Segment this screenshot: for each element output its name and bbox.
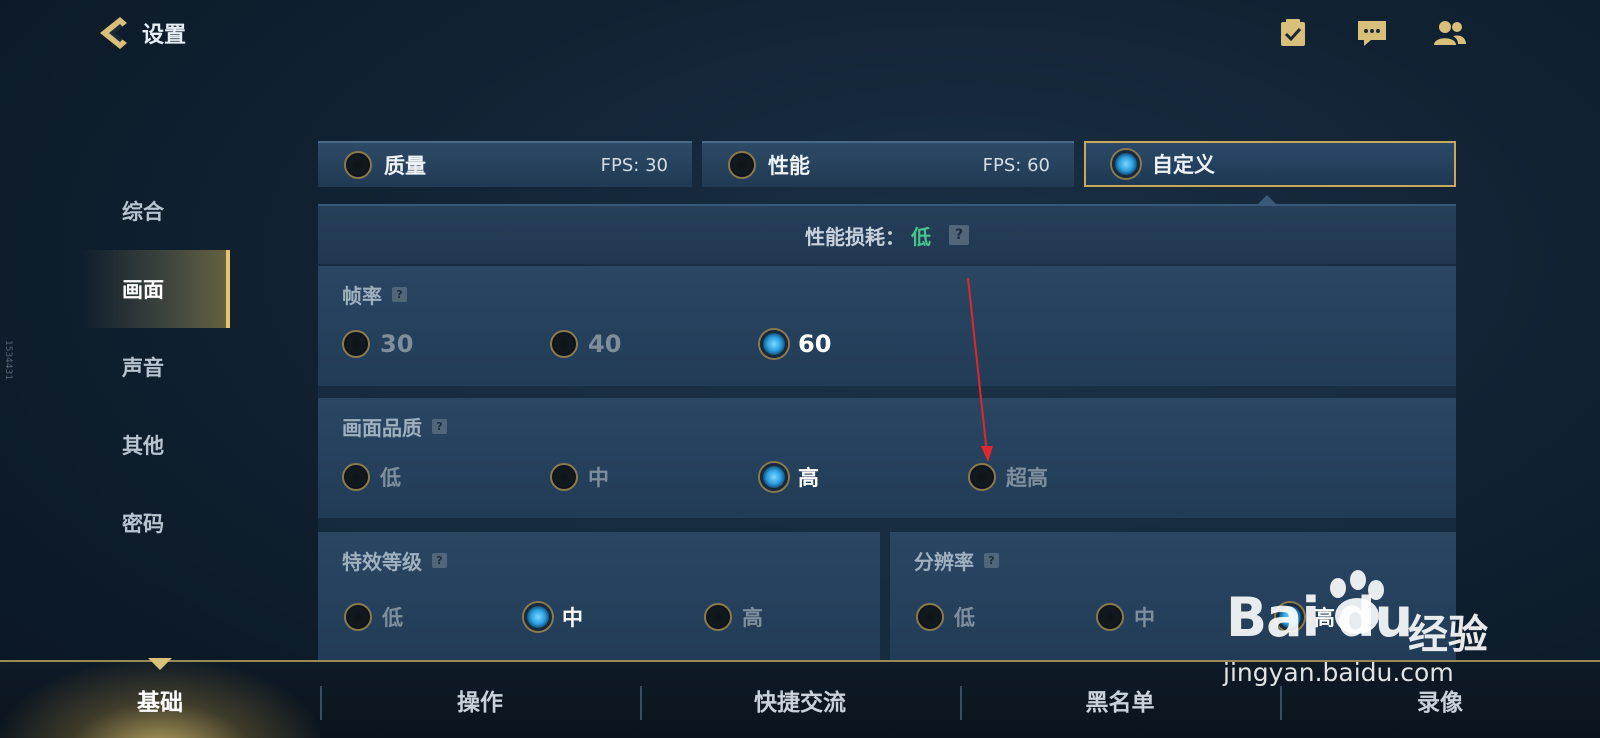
quality-title: 画面品质 [342, 416, 422, 440]
option-fps-60[interactable]: 60 [760, 330, 831, 358]
radio-button[interactable] [760, 330, 788, 358]
sidebar-item-other[interactable]: 其他 [80, 406, 230, 484]
option-label: 中 [1134, 606, 1155, 630]
back-arrow-icon [100, 17, 127, 49]
option-fps-40[interactable]: 40 [550, 330, 621, 358]
option-quality-medium[interactable]: 中 [550, 462, 609, 492]
radio-button[interactable] [342, 463, 370, 491]
option-label: 低 [382, 606, 403, 630]
option-fps-30[interactable]: 30 [342, 330, 413, 358]
radio-button[interactable] [524, 603, 552, 631]
option-quality-high[interactable]: 高 [760, 462, 819, 492]
back-button[interactable]: 设置 [94, 12, 204, 54]
option-label: 30 [380, 330, 414, 358]
option-label: 高 [742, 606, 763, 630]
checklist-icon[interactable] [1276, 17, 1310, 49]
help-icon[interactable]: ? [432, 419, 447, 434]
help-icon[interactable]: ? [432, 553, 447, 568]
active-tab-caret-icon [148, 658, 172, 670]
option-label: 中 [588, 466, 609, 490]
option-quality-low[interactable]: 低 [342, 462, 401, 492]
build-id: 1534431 [3, 340, 13, 381]
option-effects-low[interactable]: 低 [344, 602, 403, 632]
option-label: 低 [380, 466, 401, 490]
preset-name: 自定义 [1152, 153, 1215, 177]
option-label: 超高 [1006, 466, 1048, 490]
resolution-title: 分辨率 [914, 550, 974, 574]
help-icon[interactable]: ? [392, 287, 407, 302]
option-label: 60 [798, 330, 832, 358]
preset-row: 质量 FPS: 30 性能 FPS: 60 自定义 [318, 141, 1456, 187]
section-title: 分辨率 ? [914, 546, 999, 575]
watermark-logo: Bai du [1226, 586, 1413, 649]
watermark-url: jingyan.baidu.com [1223, 658, 1454, 687]
option-label: 40 [588, 330, 622, 358]
option-label: 中 [562, 606, 583, 630]
section-title: 特效等级 ? [342, 546, 447, 575]
preset-name: 质量 [384, 154, 426, 178]
sidebar-item-general[interactable]: 综合 [80, 172, 230, 250]
sidebar-item-graphics[interactable]: 画面 [80, 250, 230, 328]
tab-basic[interactable]: 基础 [0, 662, 320, 738]
sidebar-item-sound[interactable]: 声音 [80, 328, 230, 406]
option-effects-high[interactable]: 高 [704, 602, 763, 632]
preset-fps: FPS: 30 [600, 154, 668, 176]
section-effects: 特效等级 ? 低 中 高 [318, 532, 880, 662]
radio-button[interactable] [342, 330, 370, 358]
option-resolution-low[interactable]: 低 [916, 602, 975, 632]
radio-button[interactable] [550, 330, 578, 358]
effects-title: 特效等级 [342, 550, 422, 574]
performance-cost-value: 低 [911, 224, 931, 249]
help-icon[interactable]: ? [949, 225, 969, 245]
section-title: 帧率 ? [342, 280, 407, 309]
watermark-brand: 经验 [1408, 612, 1488, 658]
option-label: 低 [954, 606, 975, 630]
frame-rate-title: 帧率 [342, 284, 382, 308]
top-bar: 设置 [0, 0, 1600, 70]
tab-controls[interactable]: 操作 [320, 662, 640, 738]
sidebar: 综合 画面 声音 其他 密码 [80, 172, 230, 562]
radio-button[interactable] [760, 463, 788, 491]
radio-button[interactable] [344, 603, 372, 631]
radio-button[interactable] [704, 603, 732, 631]
preset-name: 性能 [768, 154, 810, 178]
option-label: 高 [798, 466, 819, 490]
section-frame-rate: 帧率 ? 30 40 60 [318, 266, 1456, 386]
friends-icon[interactable] [1433, 17, 1467, 49]
radio-preset-custom[interactable] [1112, 150, 1140, 178]
help-icon[interactable]: ? [984, 553, 999, 568]
section-title: 画面品质 ? [342, 412, 447, 441]
radio-button[interactable] [916, 603, 944, 631]
radio-preset-quality[interactable] [344, 151, 372, 179]
annotation-arrow-icon [967, 277, 993, 462]
sidebar-item-password[interactable]: 密码 [80, 484, 230, 562]
radio-button[interactable] [550, 463, 578, 491]
section-quality: 画面品质 ? 低 中 高 超高 [318, 398, 1456, 518]
preset-performance[interactable]: 性能 FPS: 60 [702, 141, 1074, 187]
radio-button[interactable] [1096, 603, 1124, 631]
page-title: 设置 [142, 23, 187, 48]
chat-icon[interactable] [1355, 17, 1389, 49]
preset-quality[interactable]: 质量 FPS: 30 [318, 141, 692, 187]
option-effects-medium[interactable]: 中 [524, 602, 583, 632]
radio-preset-performance[interactable] [728, 151, 756, 179]
baidu-watermark: Bai du 经验 jingyan.baidu.com [1223, 566, 1526, 696]
performance-cost-label: 性能损耗： [805, 224, 905, 249]
preset-fps: FPS: 60 [982, 154, 1050, 176]
preset-custom[interactable]: 自定义 [1084, 141, 1456, 187]
performance-cost-bar: 性能损耗： 低 ? [318, 206, 1456, 264]
tab-quick-chat[interactable]: 快捷交流 [640, 662, 960, 738]
option-resolution-medium[interactable]: 中 [1096, 602, 1155, 632]
